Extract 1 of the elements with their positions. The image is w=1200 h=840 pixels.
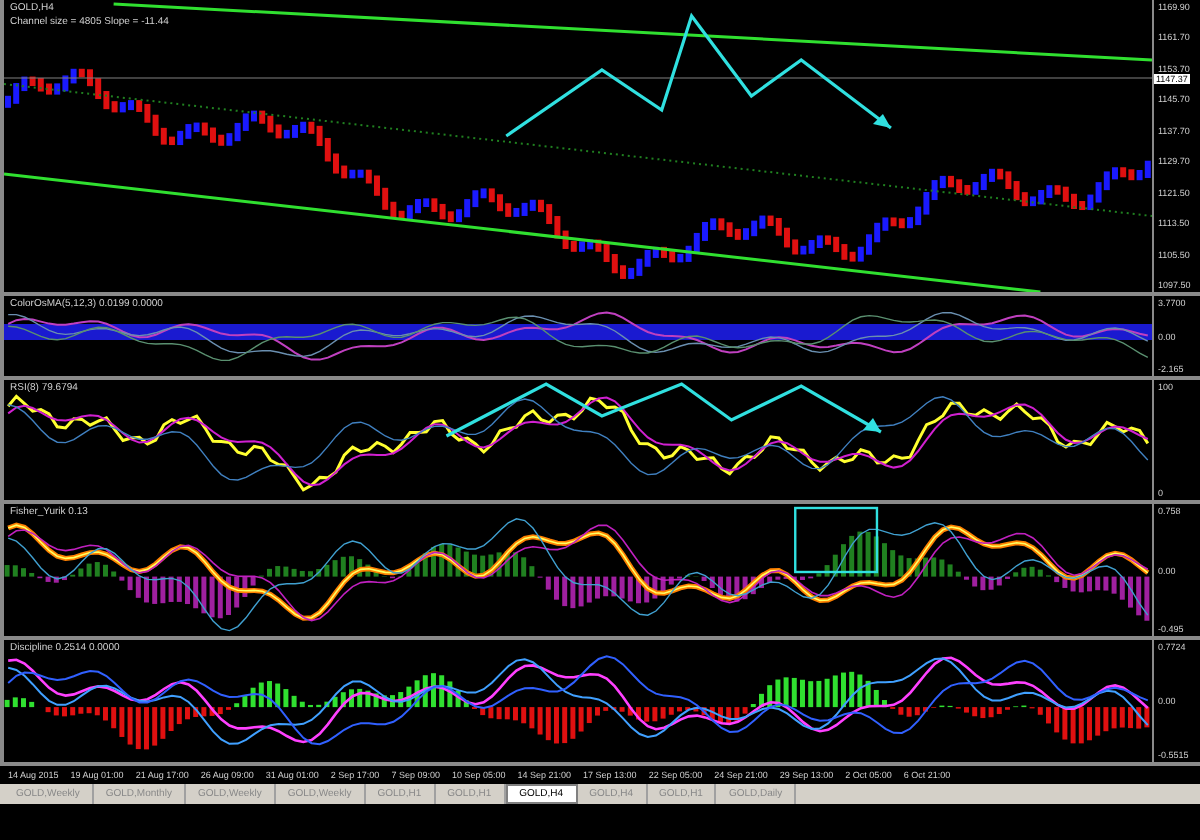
highlight-box [794,506,879,574]
